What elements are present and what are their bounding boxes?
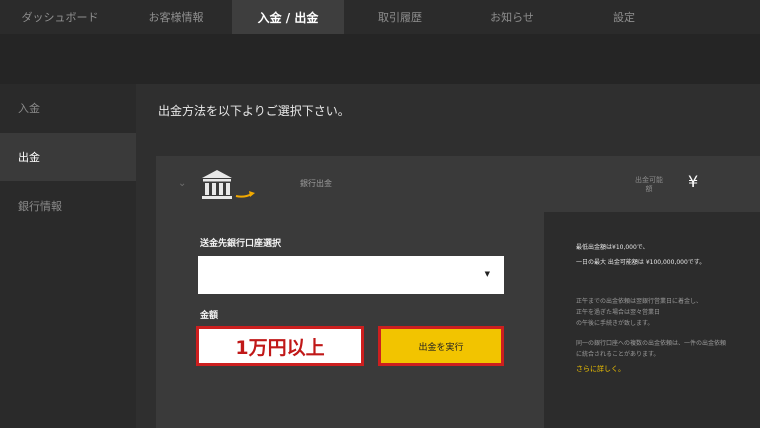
note-line-4: 同一の銀行口座への複数の出金依頼は、一件の出金依頼 <box>576 340 727 347</box>
tab-settings[interactable]: 設定 <box>568 0 680 34</box>
sidebar: 入金 出金 銀行情報 <box>0 84 136 428</box>
sidebar-item-bank-info[interactable]: 銀行情報 <box>0 182 136 230</box>
sidebar-item-withdraw[interactable]: 出金 <box>0 133 136 181</box>
dropdown-arrow-icon: ▼ <box>484 270 490 278</box>
bank-icon <box>202 170 255 199</box>
top-nav: ダッシュボード お客様情報 入金 / 出金 取引履歴 お知らせ 設定 <box>0 0 760 34</box>
tab-customer-info[interactable]: お客様情報 <box>120 0 232 34</box>
destination-account-select[interactable]: ▼ <box>198 256 504 294</box>
tab-history[interactable]: 取引履歴 <box>344 0 456 34</box>
withdraw-form: 送金先銀行口座選択 ▼ 金額 1万円以上 出金を実行 <box>156 212 544 428</box>
withdraw-submit-button[interactable]: 出金を実行 <box>378 326 504 366</box>
available-amount-label: 出金可能額 <box>635 176 663 193</box>
note-line-2: 正午を過ぎた場合は翌々営業日 <box>576 309 661 316</box>
note-line-3: の午後に手続きが致します。 <box>576 320 654 327</box>
note-line-5: に統合されることがあります。 <box>576 351 660 358</box>
tab-deposit-withdraw[interactable]: 入金 / 出金 <box>232 0 344 34</box>
note-line-1: 正午までの出金依頼は翌銀行営業日に着金し、 <box>576 298 703 305</box>
amount-label: 金額 <box>200 311 219 321</box>
more-info-link[interactable]: さらに詳しく。 <box>576 364 625 374</box>
method-bank-withdrawal[interactable]: ⌄ 銀行出金 出金可能額 ¥ <box>156 156 760 212</box>
yen-symbol: ¥ <box>688 172 699 191</box>
tab-notices[interactable]: お知らせ <box>456 0 568 34</box>
header-band <box>0 34 760 84</box>
method-name: 銀行出金 <box>300 179 332 188</box>
max-amount-text: 一日の最大 出金可能額は ¥100,000,000です。 <box>576 259 706 266</box>
sidebar-item-deposit[interactable]: 入金 <box>0 84 136 132</box>
amount-hint: 1万円以上 <box>235 336 325 359</box>
tab-dashboard[interactable]: ダッシュボード <box>0 0 120 34</box>
chevron-down-icon[interactable]: ⌄ <box>178 178 186 189</box>
info-panel: 最低出金額は¥10,000で、 一日の最大 出金可能額は ¥100,000,00… <box>544 212 760 428</box>
main-panel: 出金方法を以下よりご選択下さい。 ⌄ 銀行出金 出金可能額 ¥ 送金先銀行口座選… <box>136 84 760 428</box>
min-amount-text: 最低出金額は¥10,000で、 <box>576 244 649 251</box>
destination-label: 送金先銀行口座選択 <box>200 239 282 249</box>
amount-input[interactable]: 1万円以上 <box>196 326 364 366</box>
page-title: 出金方法を以下よりご選択下さい。 <box>158 104 350 118</box>
